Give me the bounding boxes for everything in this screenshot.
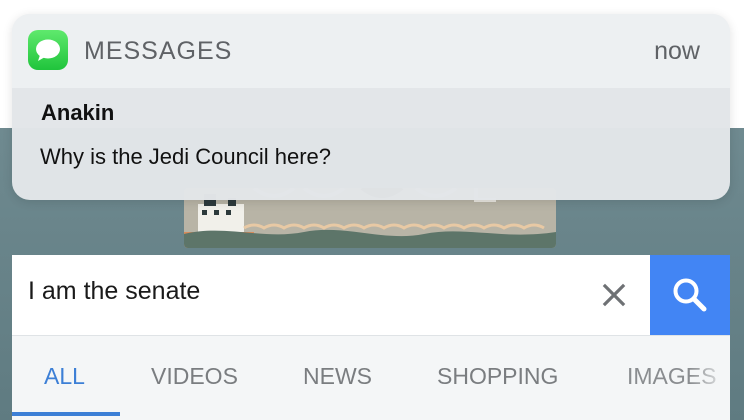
notification-app-name: MESSAGES: [84, 37, 233, 65]
clear-search-button[interactable]: [596, 277, 632, 313]
notification-sender: Anakin: [41, 100, 115, 125]
search-input[interactable]: [28, 277, 568, 306]
speech-bubble-icon: [36, 39, 60, 61]
message-notification[interactable]: MESSAGES now Anakin Why is the Jedi Coun…: [12, 14, 730, 200]
search-icon: [673, 278, 707, 312]
close-icon: [602, 283, 626, 307]
messages-app-icon: [28, 30, 68, 70]
tab-news[interactable]: NEWS: [303, 363, 372, 390]
notification-time: now: [654, 37, 700, 65]
search-tabs: ALL VIDEOS NEWS SHOPPING IMAGES: [12, 335, 730, 420]
search-bar: [12, 255, 730, 335]
tab-all[interactable]: ALL: [44, 363, 85, 390]
tabs-fade-overlay: [690, 336, 730, 420]
tab-videos[interactable]: VIDEOS: [151, 363, 238, 390]
active-tab-indicator: [12, 412, 120, 416]
search-button[interactable]: [650, 255, 730, 335]
tab-shopping[interactable]: SHOPPING: [437, 363, 558, 390]
notification-message: Why is the Jedi Council here?: [40, 144, 332, 169]
